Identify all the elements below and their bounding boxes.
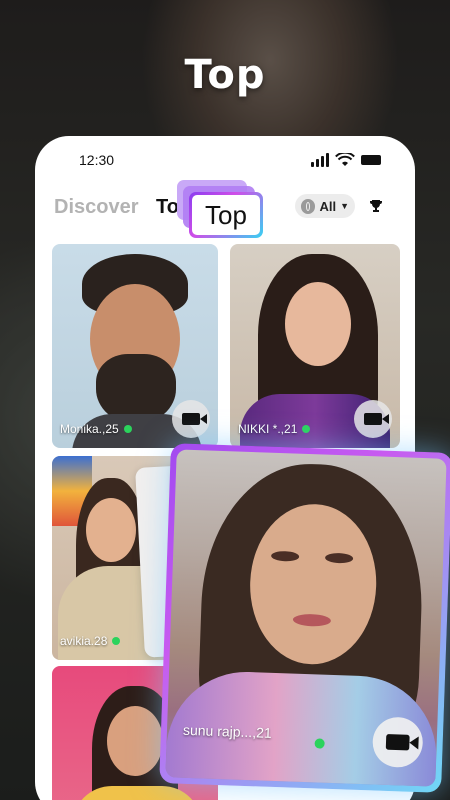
card-name-text: NIKKI *.,21 bbox=[238, 422, 298, 436]
card-name: Monika.,25 bbox=[60, 422, 132, 436]
card-name: NIKKI *.,21 bbox=[238, 422, 311, 436]
video-call-button[interactable] bbox=[354, 400, 392, 438]
status-icons bbox=[311, 153, 381, 167]
video-camera-icon bbox=[364, 413, 389, 425]
profile-photo-face bbox=[86, 498, 136, 562]
signal-icon bbox=[311, 153, 329, 167]
featured-profile-card[interactable]: sunu rajp...,21 bbox=[159, 443, 450, 793]
video-camera-icon bbox=[385, 734, 410, 751]
video-call-button[interactable] bbox=[172, 400, 210, 438]
featured-card-name: sunu rajp...,21 bbox=[183, 722, 272, 741]
status-bar: 12:30 bbox=[35, 150, 415, 170]
featured-card-name-text: sunu rajp...,21 bbox=[182, 721, 272, 741]
badge-label: Top bbox=[192, 195, 260, 235]
online-indicator bbox=[112, 637, 121, 645]
card-name: avikia.28 bbox=[60, 634, 121, 648]
profile-card[interactable]: NIKKI *.,21 bbox=[230, 244, 400, 448]
battery-icon bbox=[361, 155, 381, 165]
profile-card[interactable]: Monika.,25 bbox=[52, 244, 218, 448]
region-filter-label: All bbox=[319, 198, 337, 214]
online-indicator bbox=[123, 425, 132, 433]
video-camera-icon bbox=[182, 413, 207, 425]
profile-photo-face bbox=[285, 282, 351, 366]
status-time: 12:30 bbox=[79, 152, 115, 168]
top-badge: Top bbox=[177, 180, 263, 242]
card-name-text: avikia.28 bbox=[60, 634, 108, 648]
chevron-down-icon: ▼ bbox=[340, 201, 349, 211]
badge-frame: Top bbox=[189, 192, 263, 238]
featured-profile-photo: sunu rajp...,21 bbox=[165, 449, 447, 787]
card-name-text: Monika.,25 bbox=[60, 422, 119, 436]
headline-title: Top bbox=[184, 52, 266, 98]
wifi-icon bbox=[335, 153, 355, 166]
online-indicator bbox=[302, 425, 311, 433]
trophy-icon[interactable] bbox=[369, 199, 383, 213]
globe-icon bbox=[301, 198, 316, 214]
profile-photo-face bbox=[107, 706, 163, 776]
region-filter-dropdown[interactable]: All ▼ bbox=[295, 194, 355, 218]
tab-discover[interactable]: Discover bbox=[54, 196, 139, 219]
